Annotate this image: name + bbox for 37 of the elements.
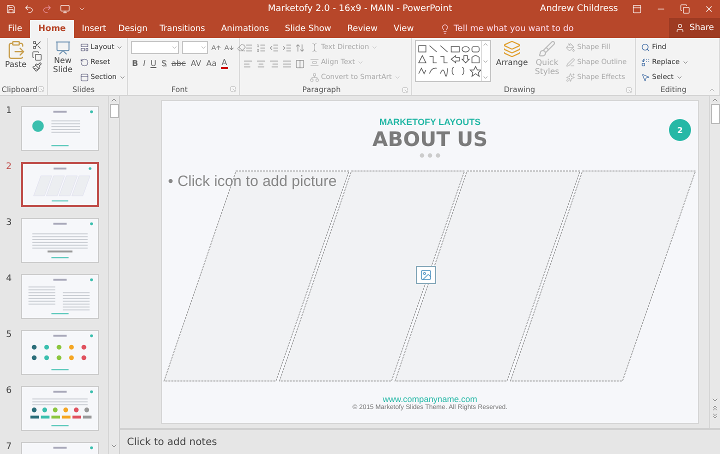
arrange-button[interactable]: Arrange xyxy=(494,40,530,84)
slide-number: 3 xyxy=(6,218,13,230)
ribbon-tab[interactable]: Animations xyxy=(213,20,277,38)
format-button[interactable]: AV xyxy=(190,59,202,68)
slide-title: ABOUT US xyxy=(372,127,488,151)
slide-subtitle: MARKETOFY LAYOUTS xyxy=(379,117,481,127)
ribbon-tab[interactable]: Review xyxy=(339,20,386,38)
slide-number: 1 xyxy=(6,106,13,118)
ribbon-tab[interactable]: View xyxy=(386,20,422,38)
format-button[interactable]: S xyxy=(160,59,168,68)
ribbon-tab[interactable]: File xyxy=(0,20,30,38)
tell-me-field[interactable]: Tell me what you want to do xyxy=(454,24,574,34)
format-button[interactable]: abc xyxy=(170,59,187,68)
page-number: 2 xyxy=(669,119,691,141)
ribbon-tab[interactable]: Design xyxy=(114,20,152,38)
placeholder-text[interactable]: • Click icon to add picture xyxy=(168,173,337,190)
slide-number: 6 xyxy=(6,386,13,398)
format-button[interactable]: A xyxy=(220,58,228,69)
slide-number: 4 xyxy=(6,274,13,286)
slide-number: 5 xyxy=(6,330,13,342)
format-button[interactable]: B xyxy=(131,59,140,68)
format-button[interactable]: Aa xyxy=(205,59,218,68)
share-button[interactable]: Share xyxy=(669,18,720,38)
ribbon-tab[interactable]: Transitions xyxy=(152,20,214,38)
paste-button[interactable]: Paste xyxy=(3,40,29,83)
ribbon-tab[interactable]: Slide Show xyxy=(276,20,340,38)
user-name: Andrew Childress xyxy=(540,4,618,14)
slide-number: 2 xyxy=(6,162,13,174)
format-button[interactable]: U xyxy=(149,59,158,68)
new-slide-button[interactable]: New Slide xyxy=(51,40,75,84)
window-title: Marketofy 2.0 - 16x9 - MAIN - PowerPoint xyxy=(266,4,454,14)
slide-number: 7 xyxy=(6,442,13,454)
ribbon-tab[interactable]: Insert xyxy=(74,20,114,38)
format-button[interactable]: I xyxy=(142,59,146,68)
website-text: www.companyname.com xyxy=(382,394,478,404)
ribbon-tab[interactable]: Home xyxy=(30,20,74,38)
notes-field[interactable]: Click to add notes xyxy=(127,436,217,448)
